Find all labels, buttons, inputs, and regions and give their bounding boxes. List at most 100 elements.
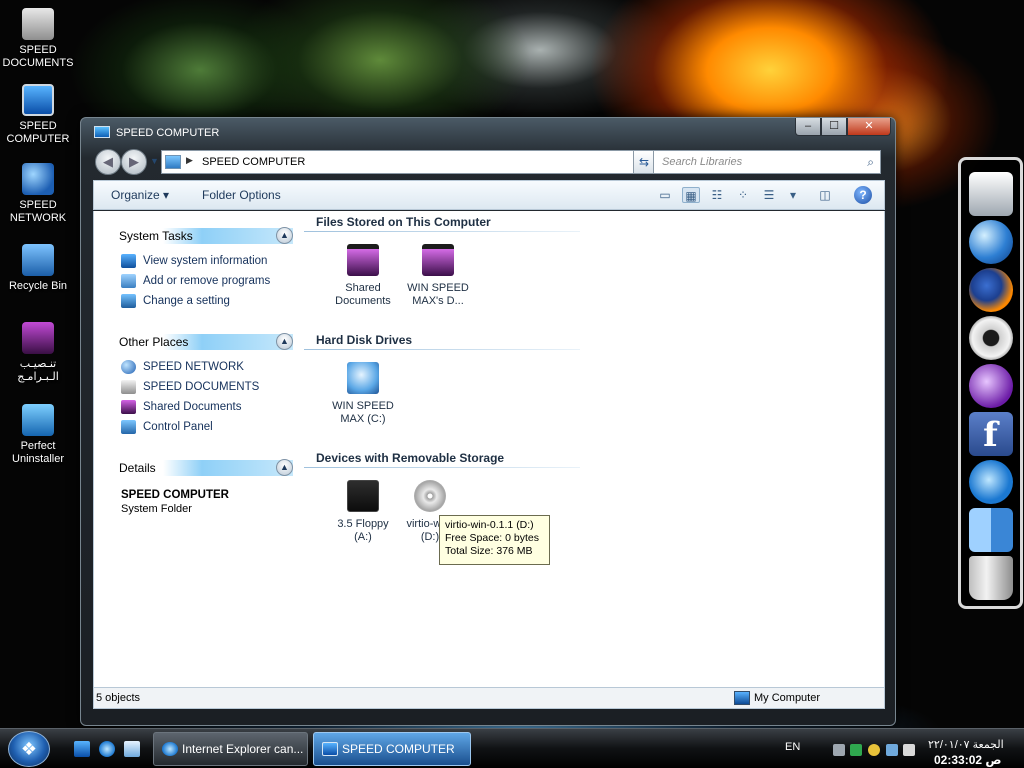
start-button[interactable]: ❖ <box>8 731 50 767</box>
icons-view-icon[interactable]: ⁘ <box>734 187 752 203</box>
uninstaller-icon <box>22 404 54 436</box>
item-label: MAX's D... <box>412 295 464 307</box>
maximize-button[interactable]: ☐ <box>821 118 847 136</box>
window-title: SPEED COMPUTER <box>116 127 220 139</box>
desktop-icon-speed-computer[interactable]: SPEED COMPUTER <box>0 84 76 146</box>
place-speed-documents[interactable]: SPEED DOCUMENTS <box>121 379 297 399</box>
firefox-icon[interactable] <box>968 268 1013 312</box>
computer-icon[interactable] <box>968 172 1013 216</box>
tiles-view-icon[interactable]: ☷ <box>708 187 726 203</box>
address-bar[interactable]: ▶ SPEED COMPUTER ▼ <box>161 150 647 174</box>
globe-icon[interactable] <box>968 220 1013 264</box>
details-name: SPEED COMPUTER <box>121 489 229 501</box>
folder-options-button[interactable]: Folder Options <box>202 188 281 202</box>
help-icon[interactable]: ? <box>854 186 872 204</box>
task-view-system-information[interactable]: View system information <box>121 253 297 273</box>
safely-remove-tray-icon[interactable] <box>850 744 862 756</box>
search-icon[interactable]: ⌕ <box>867 155 874 170</box>
trash-icon[interactable] <box>968 556 1013 600</box>
forward-button[interactable]: ▶ <box>121 149 147 175</box>
item-local-disk-c[interactable]: WIN SPEED MAX (C:) <box>325 362 401 426</box>
collapse-icon[interactable]: ▲ <box>276 459 293 476</box>
file-list: Files Stored on This Computer Shared Doc… <box>304 211 874 681</box>
settings-gear-icon[interactable] <box>968 316 1013 360</box>
desktop-icon-perfect-uninstaller[interactable]: Perfect Uninstaller <box>0 404 76 466</box>
network-tray-icon[interactable] <box>833 744 845 756</box>
collapse-icon[interactable]: ▲ <box>276 333 293 350</box>
content-area: System Tasks ▲ View system information A… <box>93 211 885 687</box>
network-icon <box>121 360 136 374</box>
system-tasks-header[interactable]: System Tasks ▲ <box>107 225 297 245</box>
preview-pane-icon[interactable]: ◫ <box>816 187 834 203</box>
recent-pages-dropdown[interactable]: ▼ <box>150 156 159 166</box>
facebook-icon[interactable]: f <box>968 412 1013 456</box>
control-panel-icon <box>121 420 136 434</box>
place-shared-documents[interactable]: Shared Documents <box>121 399 297 419</box>
refresh-button[interactable]: ⇆ <box>633 150 655 174</box>
show-desktop-icon[interactable] <box>74 741 90 757</box>
yahoo-messenger-icon[interactable] <box>968 364 1013 408</box>
wand-tray-icon[interactable] <box>903 744 915 756</box>
language-indicator[interactable]: EN <box>785 741 800 753</box>
minimize-button[interactable]: – <box>795 118 821 136</box>
filmstrip-view-icon[interactable]: ▭ <box>656 187 674 203</box>
views-dropdown-icon[interactable]: ▾ <box>784 187 802 203</box>
computer-icon <box>734 691 750 705</box>
display-tray-icon[interactable] <box>886 744 898 756</box>
taskbar-button-speed-computer[interactable]: SPEED COMPUTER <box>313 732 471 766</box>
address-path[interactable]: SPEED COMPUTER <box>202 156 305 168</box>
back-button[interactable]: ◀ <box>95 149 121 175</box>
item-win-speed-max-documents[interactable]: WIN SPEED MAX's D... <box>400 244 476 308</box>
list-view-icon[interactable]: ☰ <box>760 187 778 203</box>
drive-tooltip: virtio-win-0.1.1 (D:) Free Space: 0 byte… <box>439 515 550 565</box>
computer-icon <box>165 155 181 169</box>
collapse-icon[interactable]: ▲ <box>276 227 293 244</box>
task-change-setting[interactable]: Change a setting <box>121 293 297 313</box>
tooltip-free-space: Free Space: 0 bytes <box>445 532 539 544</box>
organize-button[interactable]: Organize ▾ <box>111 188 169 202</box>
internet-explorer-icon[interactable] <box>99 741 115 757</box>
clock-time[interactable]: 02:33:02 ص <box>934 753 1002 767</box>
thumbnails-view-icon[interactable]: ▦ <box>682 187 700 203</box>
taskbar: ❖ Internet Explorer can... SPEED COMPUTE… <box>0 728 1024 768</box>
desktop-icon-label: تنـصيـب الـبـرامـج <box>17 358 59 383</box>
task-label: View system information <box>143 255 268 267</box>
place-speed-network[interactable]: SPEED NETWORK <box>121 359 297 379</box>
desktop-icon-install-programs[interactable]: تنـصيـب الـبـرامـج <box>0 322 76 384</box>
item-shared-documents[interactable]: Shared Documents <box>325 244 401 308</box>
group-title-removable: Devices with Removable Storage <box>316 451 505 465</box>
search-input[interactable]: Search Libraries ⌕ <box>653 150 881 174</box>
item-label: WIN SPEED <box>407 282 469 294</box>
explorer-window[interactable]: SPEED COMPUTER – ☐ ✕ ◀ ▶ ▼ ▶ SPEED COMPU… <box>80 117 896 726</box>
item-floppy-a[interactable]: 3.5 Floppy (A:) <box>325 480 401 544</box>
desktop-icon-speed-network[interactable]: SPEED NETWORK <box>0 163 76 225</box>
group-divider <box>304 231 580 232</box>
internet-explorer-icon[interactable] <box>968 460 1013 504</box>
chevron-right-icon[interactable]: ▶ <box>186 155 193 166</box>
tray-app-icon[interactable] <box>868 744 880 756</box>
clock-date[interactable]: الجمعة ٢٢/٠١/٠٧ <box>928 738 1004 751</box>
place-control-panel[interactable]: Control Panel <box>121 419 297 439</box>
programs-icon <box>121 274 136 288</box>
taskbar-button-internet-explorer[interactable]: Internet Explorer can... <box>153 732 308 766</box>
other-places-header[interactable]: Other Places ▲ <box>107 331 297 351</box>
place-label: SPEED NETWORK <box>143 361 244 373</box>
documents-icon <box>22 8 54 40</box>
search-placeholder: Search Libraries <box>662 156 743 168</box>
folder-icon <box>22 322 54 354</box>
other-places-title: Other Places <box>119 335 189 349</box>
item-label: 3.5 Floppy <box>337 518 389 530</box>
finder-icon[interactable] <box>968 508 1013 552</box>
task-label: Add or remove programs <box>143 275 271 287</box>
details-header[interactable]: Details ▲ <box>107 457 297 477</box>
arrow-right-icon: ▶ <box>129 154 139 169</box>
group-title-hard-disks: Hard Disk Drives <box>316 333 413 347</box>
desktop-icon-speed-documents[interactable]: SPEED DOCUMENTS <box>0 8 76 70</box>
close-button[interactable]: ✕ <box>847 118 891 136</box>
place-label: Control Panel <box>143 421 213 433</box>
recycle-bin-icon[interactable] <box>124 741 140 757</box>
task-add-remove-programs[interactable]: Add or remove programs <box>121 273 297 293</box>
item-label: WIN SPEED <box>332 400 394 412</box>
desktop-icon-recycle-bin[interactable]: Recycle Bin <box>0 244 76 293</box>
item-label: Shared <box>345 282 381 294</box>
